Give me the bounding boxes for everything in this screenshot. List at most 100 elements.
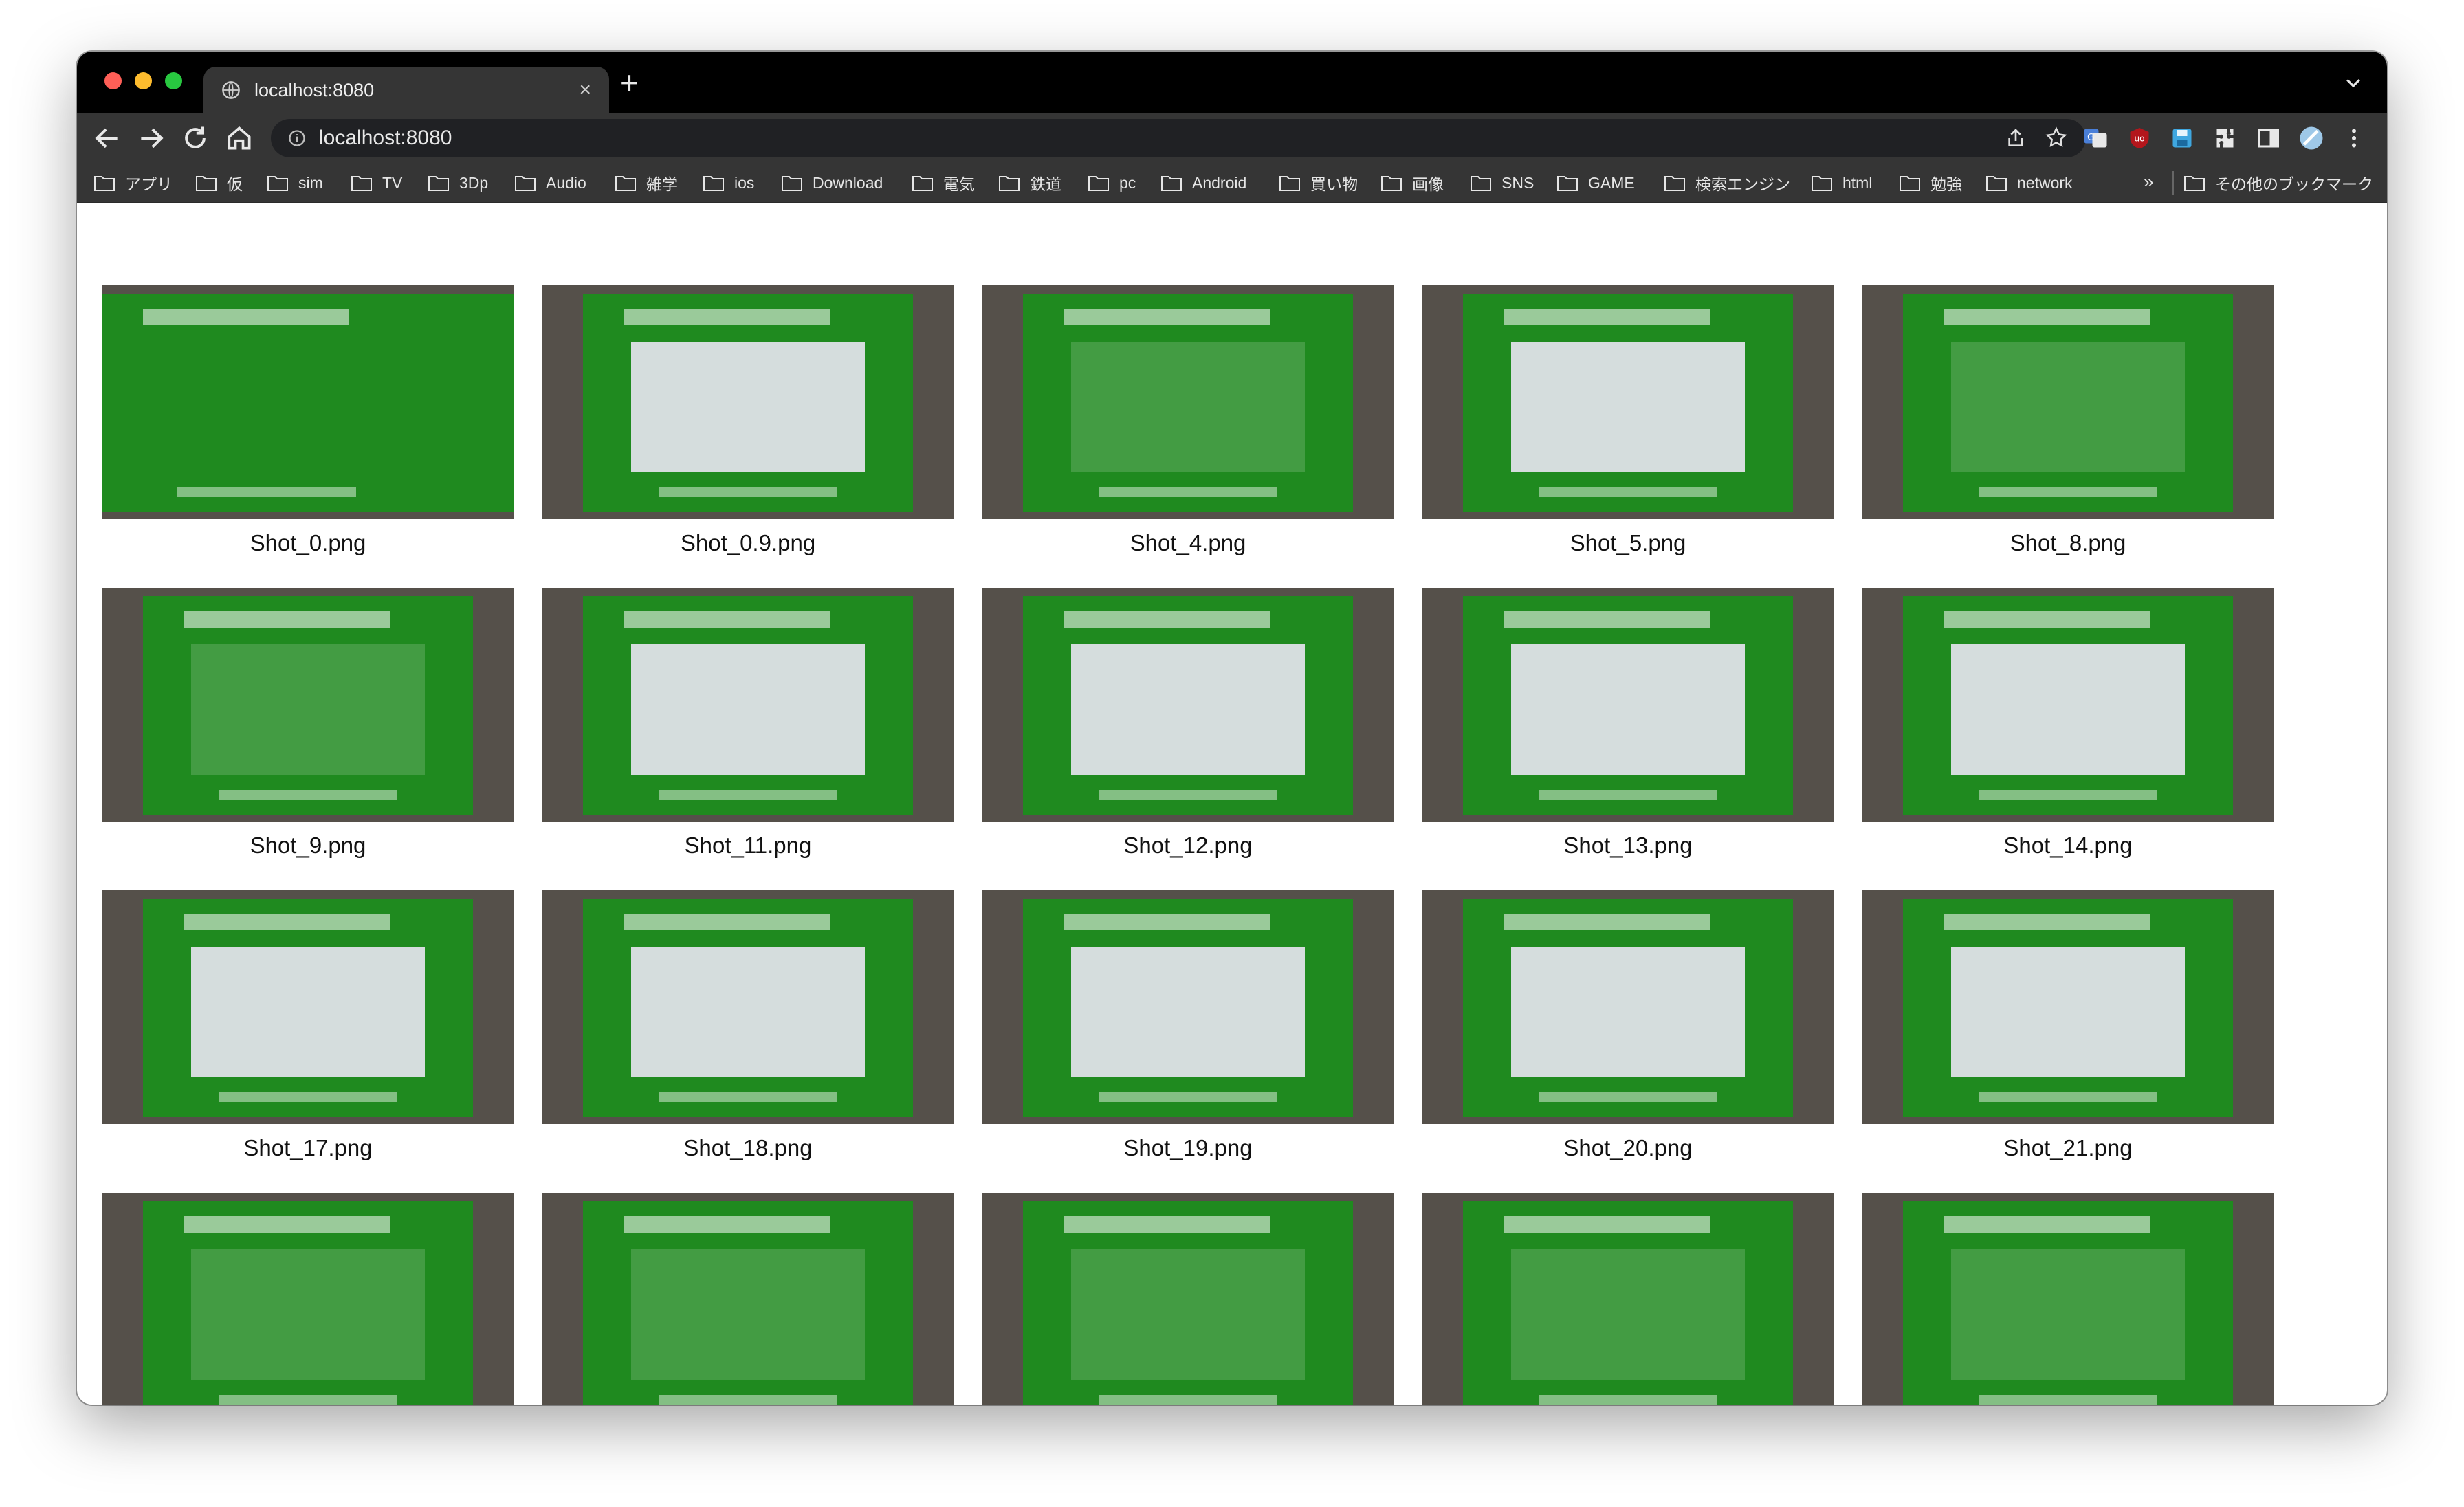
bookmark-folder[interactable]: GAME (1556, 163, 1635, 203)
bookmark-folder[interactable]: sim (267, 163, 323, 203)
back-arrow-icon[interactable] (92, 123, 122, 153)
thumbnail-image[interactable] (1862, 1193, 2274, 1405)
fullscreen-window-button[interactable] (165, 72, 182, 89)
bookmark-label: 勉強 (1930, 175, 1962, 193)
thumbnail-image[interactable] (102, 890, 514, 1124)
url-text[interactable]: localhost:8080 (319, 126, 452, 150)
side-panel-icon[interactable] (2256, 126, 2281, 151)
bookmark-folder[interactable]: ios (703, 163, 754, 203)
save-extension-icon[interactable] (2170, 126, 2194, 151)
thumbnail-image[interactable] (1862, 285, 2274, 519)
tab-search-chevron-icon[interactable] (2343, 72, 2364, 93)
file-name-caption[interactable]: Shot_18.png (542, 1135, 954, 1161)
site-info-icon[interactable] (287, 129, 307, 148)
file-name-caption[interactable]: Shot_9.png (102, 833, 514, 859)
bookmark-folder[interactable]: html (1811, 163, 1872, 203)
thumbnail-image[interactable] (982, 588, 1394, 822)
bookmark-folder[interactable]: 検索エンジン (1664, 163, 1790, 203)
slide-content-blur (191, 644, 425, 775)
bookmark-folder[interactable]: アプリ (94, 163, 173, 203)
thumbnail-image[interactable] (982, 1193, 1394, 1405)
home-icon[interactable] (224, 123, 254, 153)
bookmark-folder[interactable]: Android (1160, 163, 1246, 203)
file-name-caption[interactable]: Shot_11.png (542, 833, 954, 859)
slide-footer-blur (1979, 790, 2157, 800)
slide-title-blur (1504, 1216, 1710, 1233)
file-name-caption[interactable]: Shot_0.png (102, 530, 514, 556)
other-bookmarks-folder[interactable]: その他のブックマーク (2184, 163, 2373, 203)
bookmark-folder[interactable]: 画像 (1380, 163, 1444, 203)
ublock-extension-icon[interactable]: uo (2127, 126, 2152, 151)
more-menu-icon[interactable] (2342, 126, 2366, 151)
extensions-puzzle-icon[interactable] (2214, 126, 2238, 151)
browser-window: localhost:8080 × + localhost:8080 G uo ア… (77, 52, 2387, 1405)
file-name-caption[interactable]: Shot_20.png (1422, 1135, 1834, 1161)
bookmark-folder[interactable]: 勉強 (1899, 163, 1962, 203)
thumbnail-image[interactable] (542, 890, 954, 1124)
bookmark-star-icon[interactable] (2045, 126, 2068, 149)
bookmark-folder[interactable]: Audio (514, 163, 586, 203)
file-name-caption[interactable]: Shot_14.png (1862, 833, 2274, 859)
bookmark-folder[interactable]: 鉄道 (998, 163, 1062, 203)
file-name-caption[interactable]: Shot_12.png (982, 833, 1394, 859)
tab-close-button[interactable]: × (579, 78, 591, 102)
translate-extension-icon[interactable]: G (2083, 126, 2108, 151)
slide-screen (1023, 899, 1353, 1117)
file-name-caption[interactable]: Shot_17.png (102, 1135, 514, 1161)
file-name-caption[interactable]: Shot_5.png (1422, 530, 1834, 556)
slide-screen (1903, 1201, 2233, 1405)
folder-icon (351, 176, 372, 191)
slide-screen (1463, 899, 1793, 1117)
bookmark-folder[interactable]: 買い物 (1279, 163, 1358, 203)
new-tab-button[interactable]: + (620, 65, 639, 100)
file-name-caption[interactable]: Shot_21.png (1862, 1135, 2274, 1161)
file-name-caption[interactable]: Shot_0.9.png (542, 530, 954, 556)
file-name-caption[interactable]: Shot_19.png (982, 1135, 1394, 1161)
slide-title-blur (1064, 309, 1270, 325)
thumbnail-image[interactable] (1862, 588, 2274, 822)
thumbnail-image[interactable] (542, 1193, 954, 1405)
thumbnail-image[interactable] (1422, 588, 1834, 822)
file-name-caption[interactable]: Shot_8.png (1862, 530, 2274, 556)
file-name-caption[interactable]: Shot_4.png (982, 530, 1394, 556)
thumbnail-image[interactable] (102, 1193, 514, 1405)
bookmarks-overflow-button[interactable]: » (2144, 171, 2153, 192)
thumbnail-image[interactable] (102, 588, 514, 822)
forward-arrow-icon[interactable] (136, 123, 166, 153)
slide-content-blur (1951, 644, 2185, 775)
bookmark-folder[interactable]: network (1986, 163, 2073, 203)
reload-icon[interactable] (180, 123, 210, 153)
bookmark-folder[interactable]: TV (351, 163, 402, 203)
bookmark-folder[interactable]: Download (781, 163, 883, 203)
bookmark-folder[interactable]: 仮 (195, 163, 243, 203)
tab-localhost[interactable]: localhost:8080 × (204, 67, 609, 113)
thumbnail-image[interactable] (982, 285, 1394, 519)
slide-content-blur (1511, 342, 1745, 472)
bookmark-folder[interactable]: 雑学 (615, 163, 678, 203)
slide-footer-blur (1099, 487, 1277, 497)
bookmark-folder[interactable]: SNS (1470, 163, 1534, 203)
bookmark-folder[interactable]: 3Dp (428, 163, 488, 203)
bookmark-label: sim (298, 173, 323, 192)
thumbnail-image[interactable] (1422, 1193, 1834, 1405)
bookmark-label: 検索エンジン (1695, 175, 1790, 193)
close-window-button[interactable] (104, 72, 122, 89)
profile-avatar-icon[interactable] (2299, 126, 2324, 151)
address-bar[interactable]: localhost:8080 (271, 119, 2086, 157)
slide-content-blur (1071, 644, 1305, 775)
minimize-window-button[interactable] (135, 72, 152, 89)
bookmark-folder[interactable]: pc (1088, 163, 1136, 203)
share-icon[interactable] (2005, 127, 2027, 149)
thumbnail-image[interactable] (1422, 890, 1834, 1124)
thumbnail-image[interactable] (542, 285, 954, 519)
slide-content-blur (1951, 1249, 2185, 1380)
thumbnail-image[interactable] (1862, 890, 2274, 1124)
thumbnail-image[interactable] (102, 285, 514, 519)
file-name-caption[interactable]: Shot_13.png (1422, 833, 1834, 859)
thumbnail-image[interactable] (982, 890, 1394, 1124)
slide-title-blur (184, 1216, 390, 1233)
bookmark-folder[interactable]: 電気 (912, 163, 975, 203)
thumbnail-image[interactable] (542, 588, 954, 822)
slide-screen (143, 596, 473, 815)
thumbnail-image[interactable] (1422, 285, 1834, 519)
